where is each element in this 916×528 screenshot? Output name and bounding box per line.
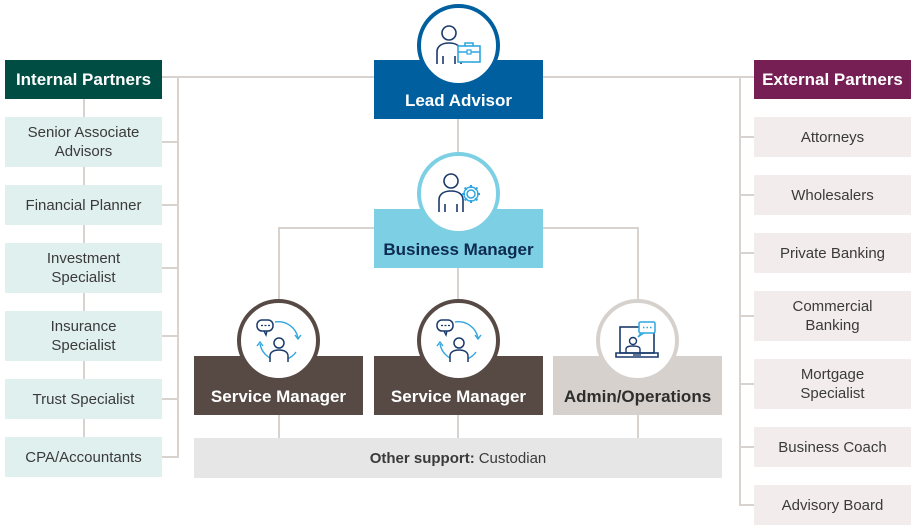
other-support-value: Custodian bbox=[478, 449, 547, 467]
lead-advisor-circle bbox=[417, 4, 500, 87]
external-partner-label: Private Banking bbox=[779, 244, 886, 262]
person-gear-icon bbox=[437, 172, 480, 212]
service-manager-label: Service Manager bbox=[210, 387, 347, 406]
service-manager-label: Service Manager bbox=[390, 387, 527, 406]
internal-partners-header: Internal Partners bbox=[5, 60, 162, 99]
connector-support-right bbox=[637, 415, 639, 438]
connector-left-tick bbox=[162, 204, 178, 206]
external-partner-label: Business Coach bbox=[778, 438, 887, 456]
admin-operations-circle bbox=[596, 299, 679, 382]
connector-left-tick bbox=[162, 141, 178, 143]
external-partners-header: External Partners bbox=[754, 60, 911, 99]
external-partner-label: Attorneys bbox=[800, 128, 865, 146]
connector-right-tick bbox=[740, 315, 754, 317]
laptop-video-chat-icon bbox=[614, 320, 659, 358]
external-partner-item: Commercial Banking bbox=[754, 291, 911, 341]
connector-external-header bbox=[543, 76, 754, 78]
business-manager-circle bbox=[417, 152, 500, 235]
business-manager-label: Business Manager bbox=[383, 240, 534, 259]
external-partner-item: Mortgage Specialist bbox=[754, 359, 911, 409]
person-briefcase-icon bbox=[435, 24, 481, 64]
other-support-label: Other support: bbox=[369, 449, 475, 467]
connector-support-left bbox=[278, 415, 280, 438]
connector-branch-right bbox=[637, 227, 639, 307]
internal-partner-item: Financial Planner bbox=[5, 185, 162, 225]
connector-right-tick bbox=[740, 252, 754, 254]
connector-right-tick bbox=[740, 136, 754, 138]
external-partner-item: Business Coach bbox=[754, 427, 911, 467]
external-partner-label: Advisory Board bbox=[781, 496, 884, 514]
connector-right-tick bbox=[740, 446, 754, 448]
internal-partner-item: Investment Specialist bbox=[5, 243, 162, 293]
internal-partner-label: Investment Specialist bbox=[46, 250, 121, 286]
lead-advisor-label: Lead Advisor bbox=[404, 91, 513, 110]
connector-right-tick bbox=[740, 504, 754, 506]
person-chat-cycle-icon bbox=[435, 318, 482, 362]
external-partner-item: Private Banking bbox=[754, 233, 911, 273]
external-partner-label: Wholesalers bbox=[791, 186, 874, 204]
internal-partner-label: CPA/Accountants bbox=[25, 448, 142, 466]
person-chat-cycle-icon bbox=[255, 318, 302, 362]
service-manager-circle bbox=[237, 299, 320, 382]
connector-left-tick bbox=[162, 398, 178, 400]
internal-partner-label: Trust Specialist bbox=[32, 390, 135, 408]
internal-partner-item: Trust Specialist bbox=[5, 379, 162, 419]
internal-partner-item: Insurance Specialist bbox=[5, 311, 162, 361]
internal-partner-label: Insurance Specialist bbox=[50, 318, 117, 354]
external-partners-title: External Partners bbox=[762, 69, 903, 89]
external-partner-item: Wholesalers bbox=[754, 175, 911, 215]
connector-right-tick bbox=[740, 383, 754, 385]
internal-partner-label: Senior Associate Advisors bbox=[27, 124, 140, 160]
internal-partner-item: CPA/Accountants bbox=[5, 437, 162, 477]
service-manager-circle bbox=[417, 299, 500, 382]
other-support-bar: Other support: Custodian bbox=[194, 438, 722, 478]
external-partner-label: Commercial Banking bbox=[792, 298, 873, 334]
connector-left-tick bbox=[162, 335, 178, 337]
external-partner-label: Mortgage Specialist bbox=[800, 366, 865, 402]
connector-support-center bbox=[457, 415, 459, 438]
internal-partner-item: Senior Associate Advisors bbox=[5, 117, 162, 167]
connector-left-tick bbox=[162, 267, 178, 269]
connector-right-spine bbox=[739, 77, 741, 506]
external-partner-item: Advisory Board bbox=[754, 485, 911, 525]
internal-partner-label: Financial Planner bbox=[25, 196, 142, 214]
connector-internal-header bbox=[162, 76, 374, 78]
connector-left-tick bbox=[162, 456, 178, 458]
internal-partners-title: Internal Partners bbox=[15, 69, 152, 89]
connector-branch-left bbox=[278, 227, 280, 307]
external-partner-item: Attorneys bbox=[754, 117, 911, 157]
admin-operations-label: Admin/Operations bbox=[563, 387, 712, 406]
connector-right-tick bbox=[740, 194, 754, 196]
